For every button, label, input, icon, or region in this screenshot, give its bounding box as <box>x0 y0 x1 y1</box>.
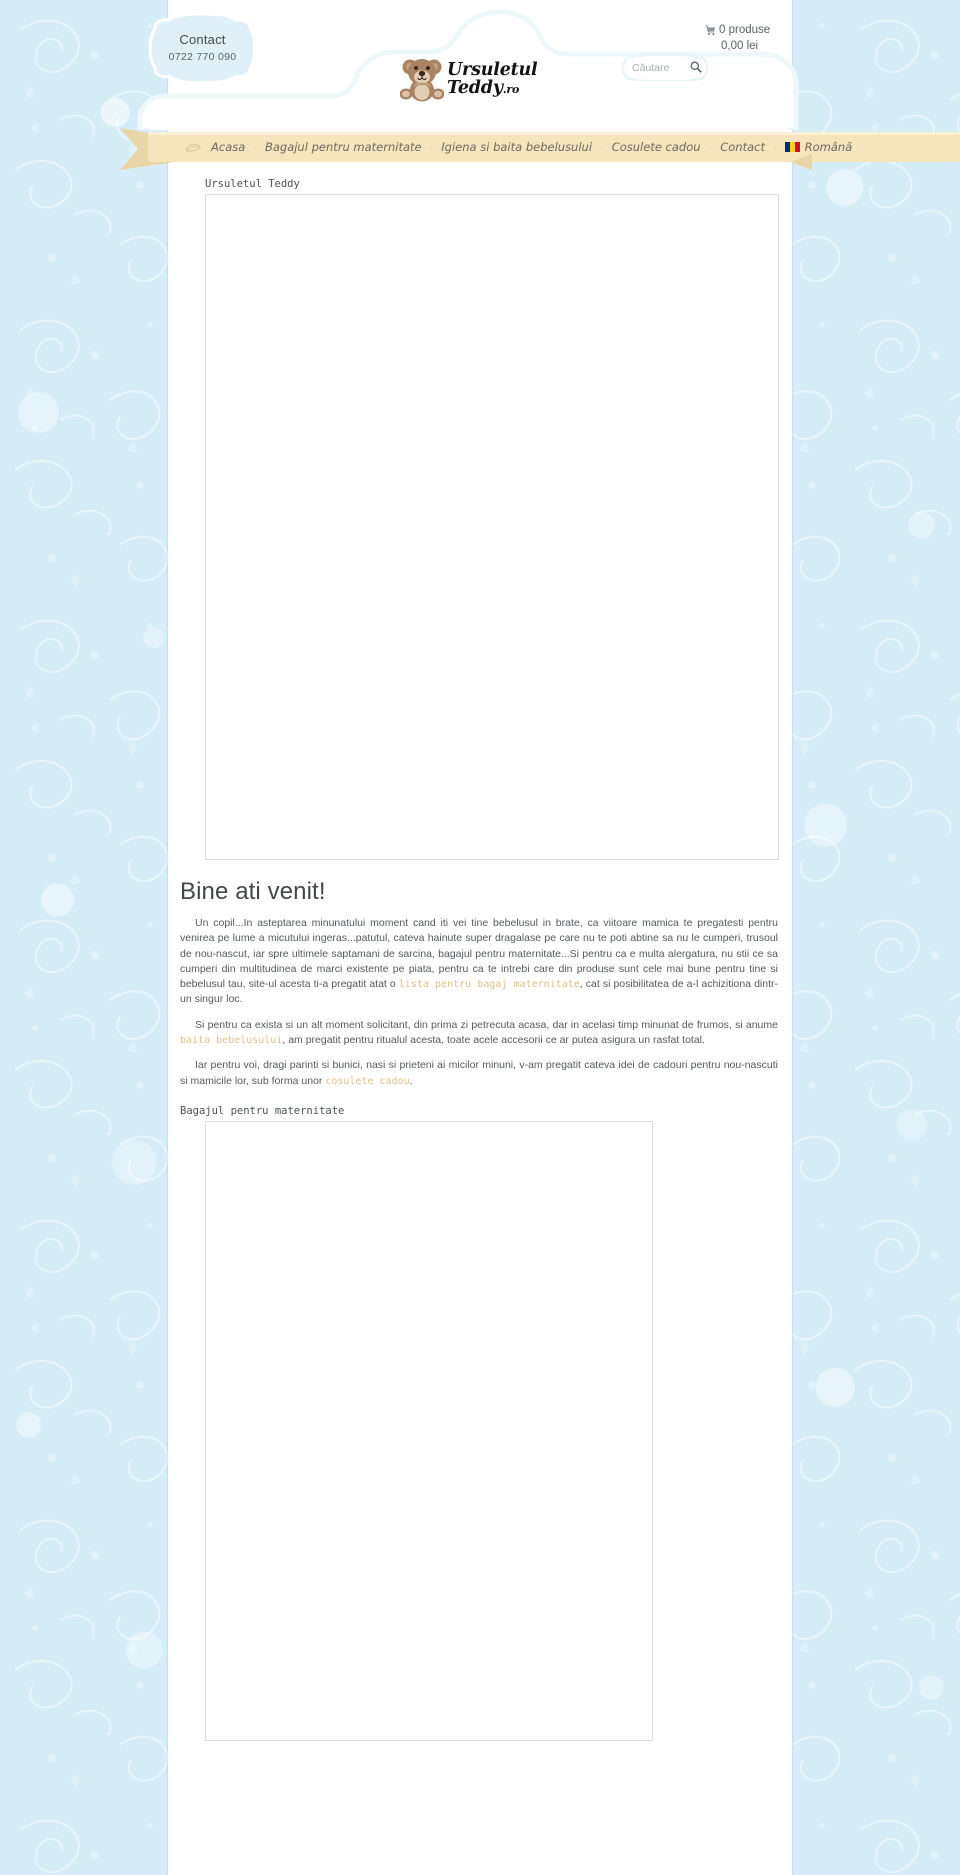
intro-paragraph-3-text-a: Iar pentru voi, dragi parinti si bunici,… <box>180 1059 778 1087</box>
nav-items: Acasa · Bagajul pentru maternitate · Igi… <box>185 124 859 170</box>
slider-placeholder[interactable] <box>205 194 779 860</box>
search-icon[interactable] <box>690 61 702 73</box>
teddy-bear-icon <box>400 59 444 102</box>
bagaj-section-placeholder[interactable] <box>205 1120 653 1741</box>
nav-item-bagajul-pentru-maternitate[interactable]: Bagajul pentru maternitate <box>258 140 429 154</box>
flag-romania-icon <box>784 142 800 152</box>
language-selector[interactable]: Română <box>778 140 860 154</box>
logo-suffix: .ro <box>502 83 520 96</box>
main-navigation: Acasa · Bagajul pentru maternitate · Igi… <box>0 124 960 170</box>
contact-badge[interactable]: Contact 0722 770 090 <box>148 14 257 83</box>
contact-phone: 0722 770 090 <box>168 50 237 63</box>
site-logo[interactable]: Ursuletul Teddy.ro <box>400 48 570 110</box>
nav-item-igiena-si-baita-bebelusului[interactable]: Igiena si baita bebelusului <box>434 140 599 154</box>
shopping-cart-icon <box>705 24 716 35</box>
nav-item-contact[interactable]: Contact <box>713 140 772 154</box>
intro-paragraph-3-text-b: . <box>409 1074 413 1087</box>
search-box[interactable] <box>620 55 710 81</box>
logo-line-2-main: Teddy <box>447 78 503 98</box>
cart-count-row: 0 produse <box>705 24 795 36</box>
link-cosulete-cadou[interactable]: cosulete cadou <box>325 1076 409 1087</box>
page-title: Bine ati venit! <box>180 878 326 905</box>
contact-badge-shape <box>148 14 257 83</box>
language-label[interactable]: Română <box>805 140 853 154</box>
intro-paragraph-1: Un copil...In asteptarea minunatului mom… <box>180 916 778 1008</box>
slider-label: Ursuletul Teddy <box>205 178 300 190</box>
leaf-icon <box>185 143 201 152</box>
cart-count-label: 0 produse <box>719 24 771 36</box>
cart-total-label: 0,00 lei <box>721 40 759 52</box>
intro-paragraph-2-text-b: , am pregatit pentru ritualul acesta, to… <box>282 1034 705 1047</box>
intro-paragraph-2-text-a: Si pentru ca exista si un alt moment sol… <box>195 1018 778 1031</box>
contact-title: Contact <box>179 31 226 47</box>
intro-paragraph-2: Si pentru ca exista si un alt moment sol… <box>180 1018 778 1049</box>
logo-text: Ursuletul Teddy.ro <box>447 61 538 97</box>
cart-summary[interactable]: 0 produse 0,00 lei <box>705 24 795 52</box>
intro-paragraph-3: Iar pentru voi, dragi parinti si bunici,… <box>180 1058 778 1089</box>
link-baita-bebelusului[interactable]: baita bebelusului <box>180 1035 282 1046</box>
nav-item-acasa[interactable]: Acasa <box>204 140 252 154</box>
logo-line-1: Ursuletul <box>447 59 538 80</box>
link-lista-bagaj-maternitate[interactable]: lista pentru bagaj maternitate <box>399 979 580 990</box>
main-content: Ursuletul Teddy Bine ati venit! Un copil… <box>168 172 792 1741</box>
bagaj-section-label: Bagajul pentru maternitate <box>180 1104 345 1117</box>
logo-line-2: Teddy.ro <box>447 79 538 97</box>
nav-item-cosulete-cadou[interactable]: Cosulete cadou <box>605 140 708 154</box>
search-input[interactable] <box>630 59 685 77</box>
